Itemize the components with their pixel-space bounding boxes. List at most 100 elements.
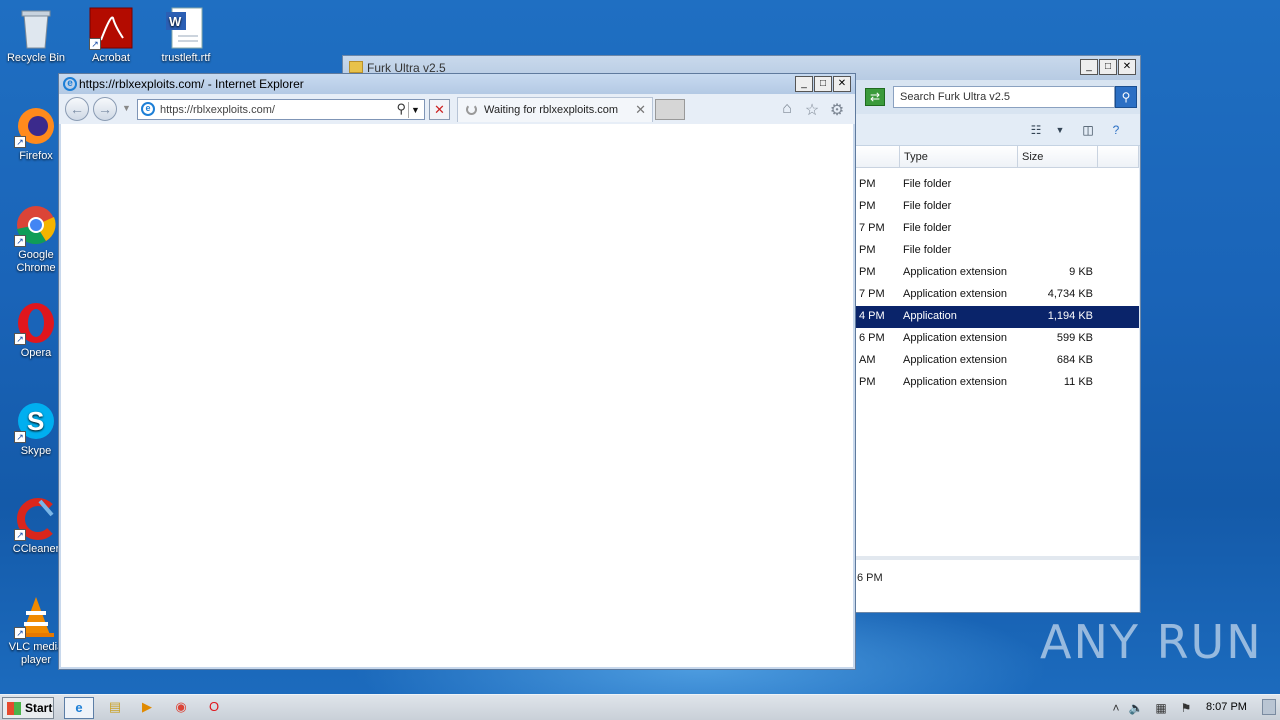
desktop-icon-label: Recycle Bin: [6, 52, 66, 64]
row-time: 7 PM: [859, 222, 885, 234]
column-header-type[interactable]: Type: [900, 146, 1018, 168]
taskbar: Start e ▤ ▶ ◉ O ˄ 🔈 ▦ ⚑ 8:07 PM: [0, 694, 1280, 720]
shortcut-arrow-icon: ↗: [14, 431, 26, 443]
back-arrow-icon[interactable]: ←: [65, 97, 89, 121]
chevron-down-icon[interactable]: ▼: [122, 103, 131, 113]
opera-icon: ↗: [14, 301, 58, 345]
action-center-flag-icon[interactable]: ⚑: [1178, 700, 1194, 716]
minimize-button[interactable]: _: [1080, 59, 1098, 75]
address-dropdown-icon[interactable]: ▼: [408, 102, 422, 118]
row-size: 1,194 KB: [1047, 310, 1093, 322]
table-row[interactable]: PM Application extension 9 KB: [843, 262, 1139, 284]
vlc-cone-icon: ↗: [14, 595, 58, 639]
row-type: Application extension: [903, 266, 1007, 278]
row-type: Application extension: [903, 332, 1007, 344]
start-button[interactable]: Start: [2, 697, 54, 719]
taskbar-chrome-icon[interactable]: ◉: [166, 697, 196, 719]
row-type: Application extension: [903, 288, 1007, 300]
acrobat-icon: ↗: [89, 6, 133, 50]
close-button[interactable]: ✕: [833, 76, 851, 92]
taskbar-ie-icon[interactable]: e: [64, 697, 94, 719]
desktop-icon-trustleft[interactable]: W trustleft.rtf: [148, 6, 224, 65]
row-time: 6 PM: [859, 332, 885, 344]
column-header-extra[interactable]: [1098, 146, 1139, 168]
stop-icon[interactable]: ✕: [429, 99, 450, 120]
favorites-star-icon[interactable]: ☆: [802, 100, 822, 120]
search-icon[interactable]: ⚲: [396, 101, 406, 117]
volume-icon[interactable]: 🔈: [1128, 700, 1144, 716]
network-icon[interactable]: ▦: [1153, 700, 1169, 716]
shortcut-arrow-icon: ↗: [89, 38, 101, 50]
address-bar-url[interactable]: https://rblxexploits.com/: [160, 104, 275, 116]
preview-pane-icon[interactable]: ◫: [1079, 122, 1097, 138]
taskbar-opera-icon[interactable]: O: [199, 697, 229, 719]
row-time: PM: [859, 178, 876, 190]
shortcut-arrow-icon: ↗: [14, 333, 26, 345]
row-type: File folder: [903, 244, 952, 256]
table-row[interactable]: 7 PM Application extension 4,734 KB: [843, 284, 1139, 306]
ie-page-icon: e: [141, 102, 155, 116]
ie-title: https://rblxexploits.com/ - Internet Exp…: [79, 77, 304, 91]
refresh-icon[interactable]: ⇄: [865, 88, 885, 106]
home-icon[interactable]: ⌂: [777, 100, 797, 118]
shortcut-arrow-icon: ↗: [14, 235, 26, 247]
forward-arrow-icon[interactable]: →: [93, 97, 117, 121]
view-options-icon[interactable]: ☷: [1027, 122, 1045, 138]
new-tab-button[interactable]: [655, 99, 685, 120]
windows-logo-icon: [7, 702, 21, 715]
table-row[interactable]: PM File folder: [843, 240, 1139, 262]
ie-navigation-bar: ← → ▼ e https://rblxexploits.com/ ⚲ ▼ ✕ …: [59, 94, 855, 124]
row-size: 11 KB: [1063, 376, 1093, 388]
recycle-bin-icon: [14, 6, 58, 50]
row-time: 7 PM: [859, 288, 885, 300]
table-row[interactable]: 7 PM File folder: [843, 218, 1139, 240]
help-icon[interactable]: ?: [1107, 122, 1125, 138]
desktop-icon-label: Acrobat: [92, 52, 130, 64]
tab-label: Waiting for rblxexploits.com: [484, 104, 619, 116]
maximize-button[interactable]: □: [1099, 59, 1117, 75]
skype-icon: S ↗: [14, 399, 58, 443]
ccleaner-icon: ↗: [14, 497, 58, 541]
tab-close-icon[interactable]: ✕: [635, 102, 646, 118]
table-row[interactable]: PM File folder: [843, 174, 1139, 196]
table-row[interactable]: PM File folder: [843, 196, 1139, 218]
table-row[interactable]: 4 PM Application 1,194 KB: [843, 306, 1139, 328]
row-size: 599 KB: [1056, 332, 1093, 344]
table-row[interactable]: PM Application extension 11 KB: [843, 372, 1139, 394]
svg-text:W: W: [169, 14, 182, 29]
search-icon[interactable]: ⚲: [1115, 86, 1137, 108]
table-row[interactable]: 6 PM Application extension 599 KB: [843, 328, 1139, 350]
minimize-button[interactable]: _: [795, 76, 813, 92]
ie-titlebar[interactable]: e https://rblxexploits.com/ - Internet E…: [59, 74, 855, 94]
search-input[interactable]: Search Furk Ultra v2.5: [893, 86, 1115, 108]
ie-window[interactable]: e https://rblxexploits.com/ - Internet E…: [58, 73, 856, 670]
settings-gear-icon[interactable]: ⚙: [827, 100, 847, 120]
browser-tab[interactable]: Waiting for rblxexploits.com ✕: [457, 97, 653, 122]
shortcut-arrow-icon: ↗: [14, 136, 26, 148]
row-time: 4 PM: [859, 310, 885, 322]
loading-spinner-icon: [466, 104, 477, 115]
close-button[interactable]: ✕: [1118, 59, 1136, 75]
folder-icon: [349, 61, 363, 73]
desktop-icon-recycle-bin[interactable]: Recycle Bin: [0, 6, 74, 65]
address-bar[interactable]: e https://rblxexploits.com/ ⚲ ▼: [137, 99, 425, 120]
table-row[interactable]: AM Application extension 684 KB: [843, 350, 1139, 372]
maximize-button[interactable]: □: [814, 76, 832, 92]
row-type: File folder: [903, 200, 952, 212]
show-desktop-button[interactable]: [1262, 699, 1276, 715]
row-time: PM: [859, 244, 876, 256]
taskbar-media-player-icon[interactable]: ▶: [132, 697, 162, 719]
column-header-size[interactable]: Size: [1018, 146, 1098, 168]
desktop-icon-acrobat[interactable]: ↗ Acrobat: [73, 6, 149, 65]
ie-page-content[interactable]: [61, 124, 853, 667]
shortcut-arrow-icon: ↗: [14, 627, 26, 639]
anyrun-watermark: ANY RUN: [1040, 615, 1263, 669]
chevron-down-icon[interactable]: ▼: [1051, 122, 1069, 138]
firefox-icon: ↗: [14, 104, 58, 148]
row-type: File folder: [903, 222, 952, 234]
show-hidden-icons-chevron-icon[interactable]: ˄: [1108, 700, 1124, 716]
svg-text:S: S: [27, 406, 44, 436]
taskbar-clock[interactable]: 8:07 PM: [1206, 701, 1247, 713]
taskbar-explorer-icon[interactable]: ▤: [100, 697, 130, 719]
shortcut-arrow-icon: ↗: [14, 529, 26, 541]
